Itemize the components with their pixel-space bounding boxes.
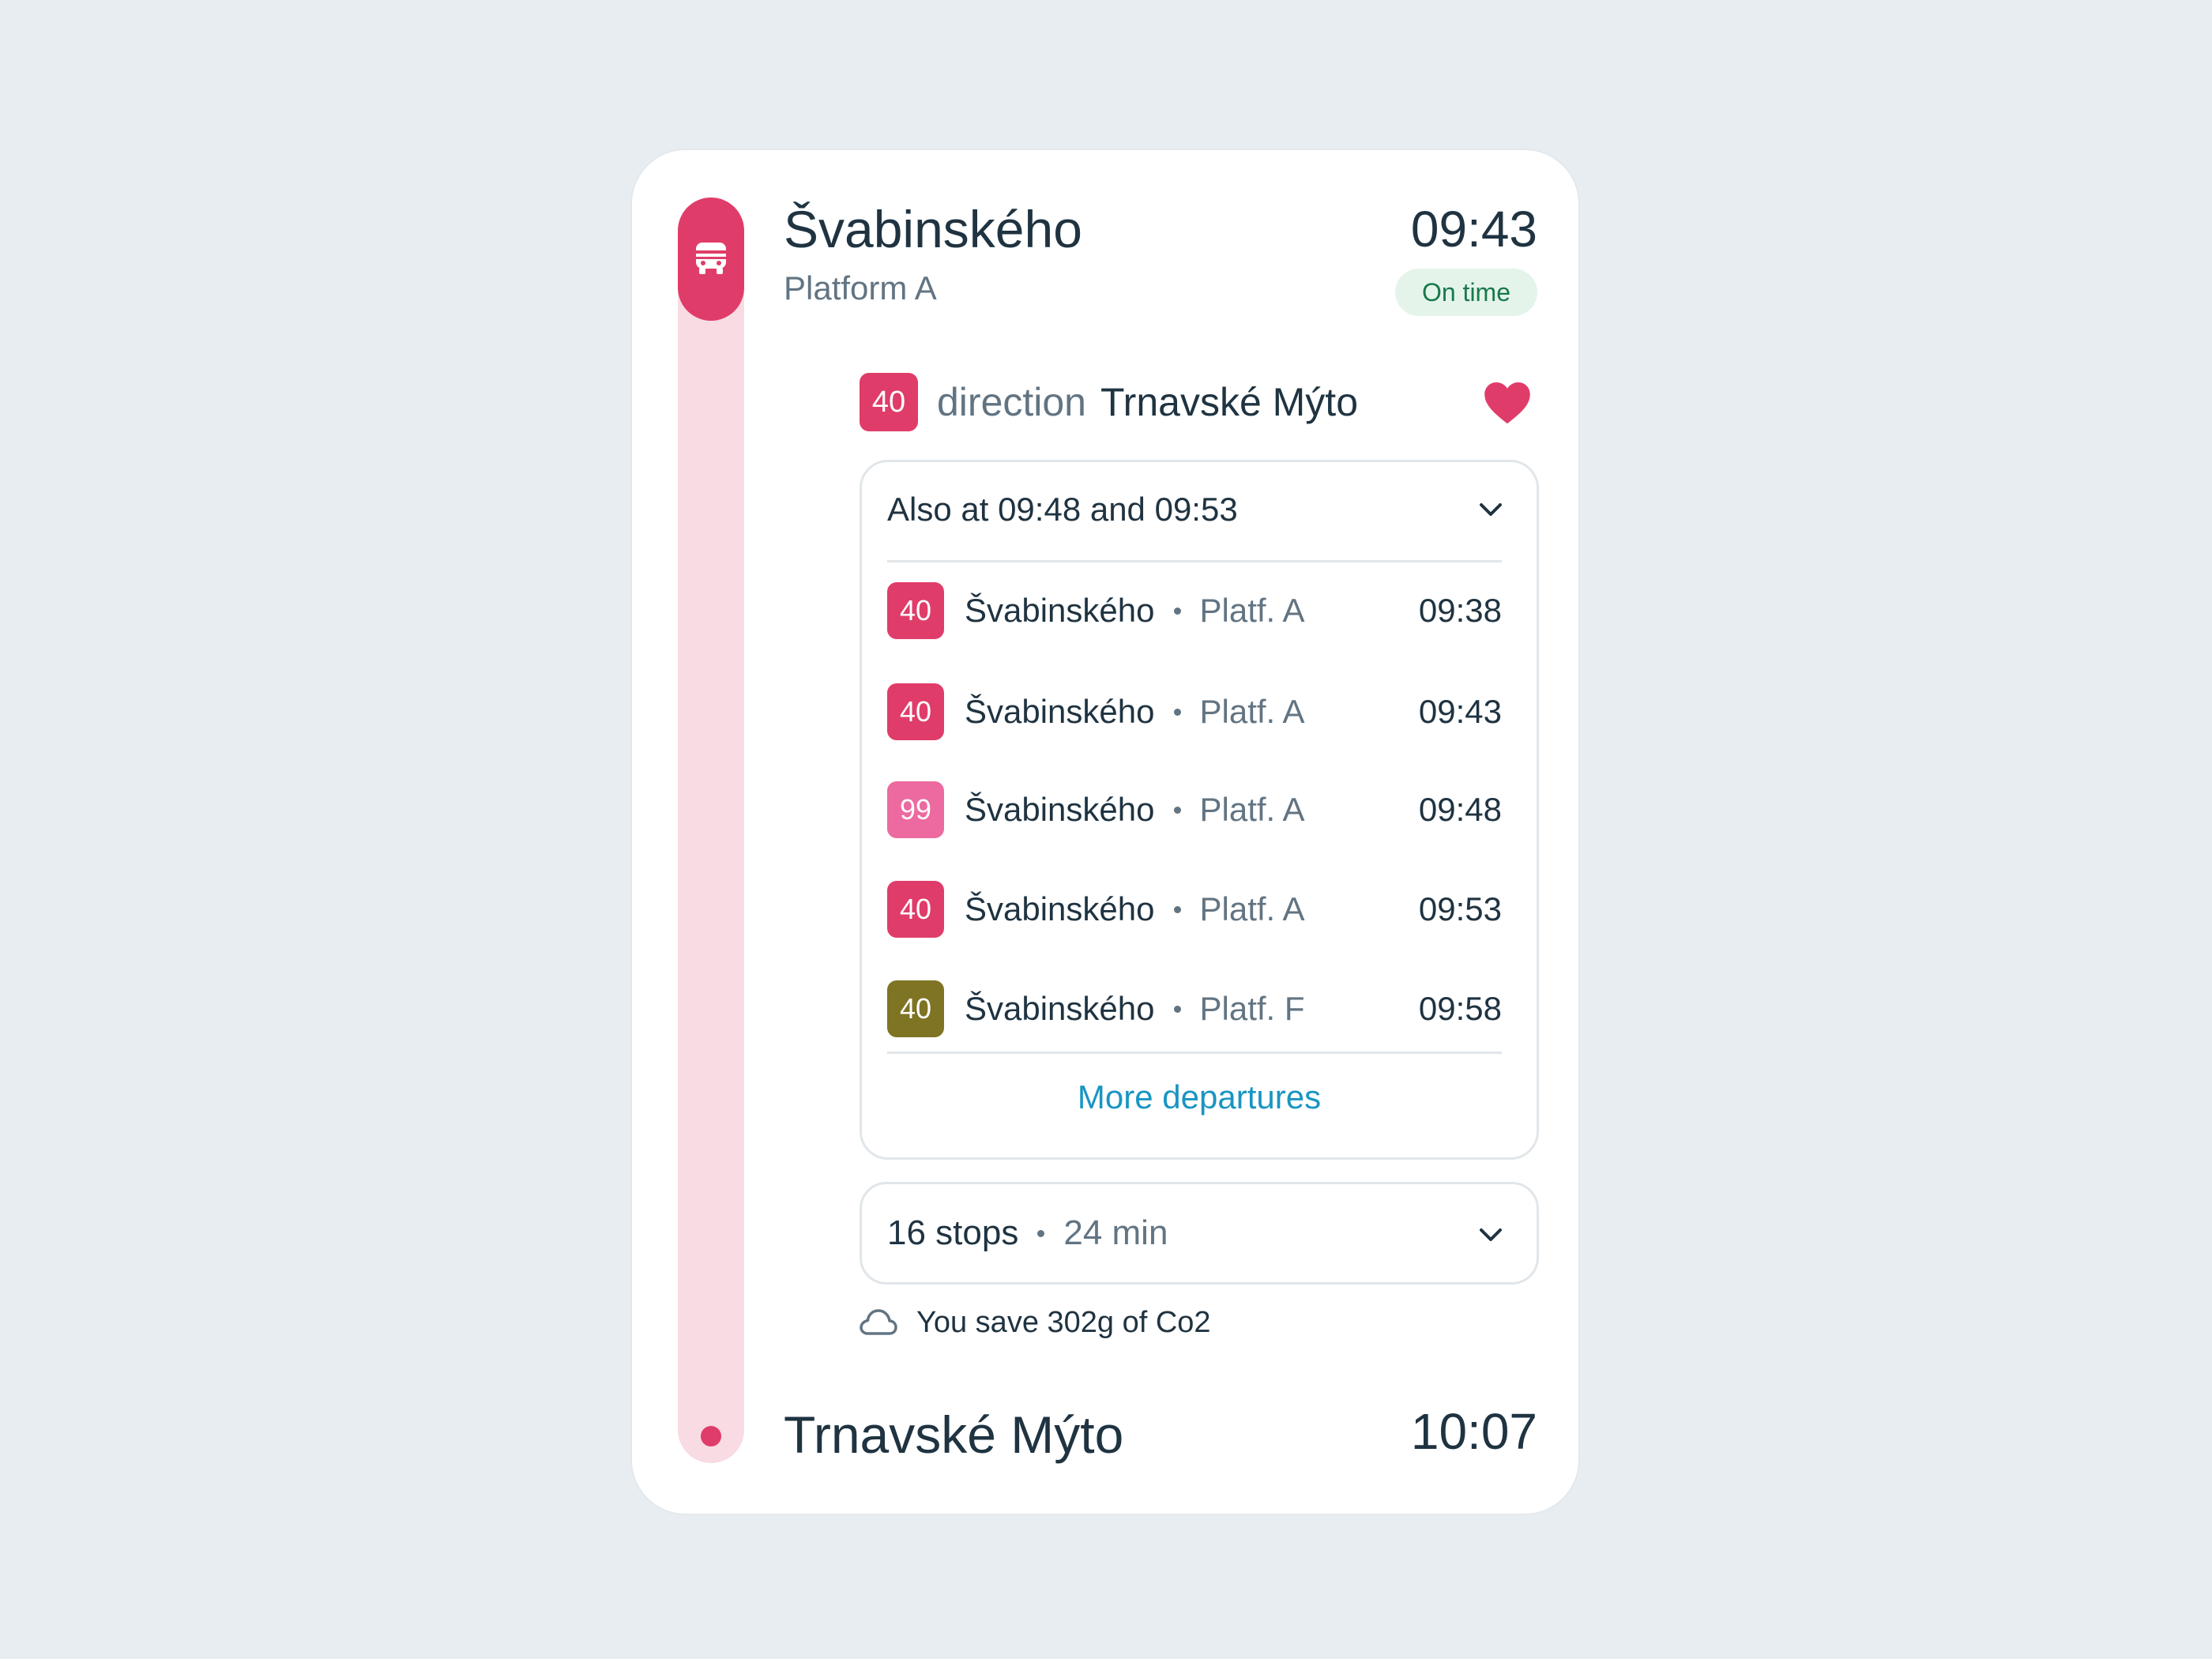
bus-icon [696, 243, 726, 274]
separator-dot [1173, 806, 1181, 814]
stops-summary[interactable]: 16 stops 24 min [860, 1182, 1539, 1285]
departure-stop: Švabinského [965, 890, 1155, 927]
trip-duration: 24 min [1063, 1213, 1168, 1252]
destination-arrival-time: 10:07 [1410, 1403, 1537, 1460]
origin-stop-name: Švabinského [784, 200, 1082, 258]
destination-stop-name: Trnavské Mýto [784, 1405, 1124, 1464]
departure-time: 09:38 [1418, 592, 1502, 629]
separator-dot [1173, 1005, 1181, 1013]
line-badge: 40 [887, 582, 944, 639]
line-badge: 99 [887, 781, 944, 838]
line-badge: 40 [860, 373, 918, 431]
direction-label: direction [937, 380, 1086, 424]
departure-platform: Platf. A [1199, 791, 1305, 828]
departure-platform: Platf. F [1199, 990, 1305, 1027]
departure-platform: Platf. A [1199, 890, 1305, 927]
rail-start-marker [678, 198, 744, 321]
direction-destination: Trnavské Mýto [1100, 380, 1359, 424]
departure-platform: Platf. A [1199, 693, 1305, 730]
stops-summary-text: 16 stops 24 min [887, 1209, 1168, 1257]
route-rail [678, 198, 744, 1463]
departure-row[interactable]: 40 Švabinského Platf. A 09:43 [887, 683, 1502, 740]
departure-time: 09:48 [1418, 791, 1502, 828]
departure-stop: Švabinského [965, 990, 1155, 1027]
separator-dot [1173, 607, 1181, 615]
co2-savings: You save 302g of Co2 [860, 1299, 1211, 1346]
line-badge: 40 [887, 683, 944, 740]
separator-dot [1173, 708, 1181, 716]
departure-time: 09:58 [1418, 990, 1502, 1027]
also-departures-toggle[interactable]: Also at 09:48 and 09:53 [887, 486, 1238, 533]
origin-departure-time: 09:43 [1410, 201, 1537, 258]
trip-card: Švabinského Platform A 09:43 On time 40 … [632, 150, 1578, 1514]
chevron-up-icon[interactable] [1477, 500, 1505, 519]
departure-row[interactable]: 40 Švabinského Platf. F 09:58 [887, 980, 1502, 1037]
departure-time: 09:53 [1418, 890, 1502, 927]
departures-panel: Also at 09:48 and 09:53 40 Švabinského P… [860, 460, 1539, 1160]
divider [887, 560, 1502, 562]
origin-platform: Platform A [784, 269, 937, 307]
departure-row[interactable]: 99 Švabinského Platf. A 09:48 [887, 781, 1502, 838]
rail-end-marker [701, 1426, 721, 1446]
separator-dot [1037, 1229, 1045, 1237]
separator-dot [1173, 905, 1181, 913]
co2-text: You save 302g of Co2 [916, 1305, 1211, 1339]
departure-time: 09:43 [1418, 693, 1502, 730]
departure-platform: Platf. A [1199, 592, 1305, 629]
departure-row[interactable]: 40 Švabinského Platf. A 09:38 [887, 582, 1502, 639]
chevron-down-icon[interactable] [1477, 1225, 1505, 1244]
departure-stop: Švabinského [965, 592, 1155, 629]
divider [887, 1051, 1502, 1054]
departure-stop: Švabinského [965, 693, 1155, 730]
cloud-icon [860, 1309, 897, 1335]
departure-row[interactable]: 40 Švabinského Platf. A 09:53 [887, 881, 1502, 938]
more-departures-link[interactable]: More departures [862, 1074, 1537, 1121]
line-badge: 40 [887, 980, 944, 1037]
line-badge: 40 [887, 881, 944, 938]
direction-row: 40 direction Trnavské Mýto [860, 373, 1358, 431]
heart-icon[interactable] [1484, 381, 1531, 425]
stops-count: 16 stops [887, 1213, 1019, 1252]
status-badge: On time [1394, 269, 1537, 316]
departure-stop: Švabinského [965, 791, 1155, 828]
